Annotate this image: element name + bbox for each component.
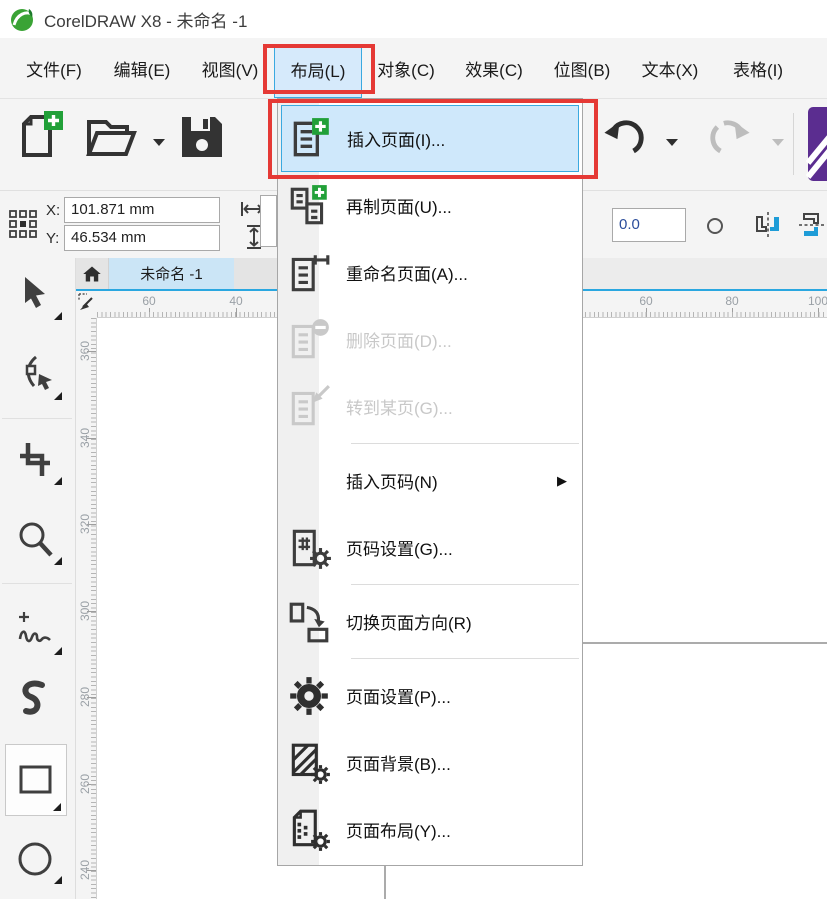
open-dropdown-icon[interactable] (153, 139, 165, 152)
new-document-icon[interactable] (14, 109, 70, 165)
page-edge-left (384, 866, 386, 899)
page-setup-icon (284, 671, 334, 721)
menu-text[interactable]: 文本(X) (626, 46, 714, 98)
title-bar: CorelDRAW X8 - 未命名 -1 (0, 0, 827, 38)
switch-orientation-icon (284, 597, 334, 647)
menu-edit[interactable]: 编辑(E) (98, 46, 186, 98)
annotation-rect-layout-menu (263, 44, 375, 94)
toolbox-separator (2, 583, 72, 584)
ruler-origin[interactable] (76, 291, 97, 318)
rename-page-icon (284, 248, 334, 298)
welcome-tab[interactable] (76, 258, 109, 289)
mirror-vertical-icon[interactable] (796, 209, 827, 241)
annotation-rect-insert-page (268, 99, 598, 179)
toolbar-separator (793, 113, 794, 175)
freehand-tool[interactable] (5, 601, 67, 659)
menu-item-page-layout[interactable]: 页面布局(Y)... (281, 796, 579, 863)
artistic-media-tool[interactable] (5, 671, 67, 729)
menu-item-delete-page[interactable]: 删除页面(D)... (281, 306, 579, 373)
window-title: CorelDRAW X8 - 未命名 -1 (44, 7, 247, 32)
menu-item-duplicate-page[interactable]: 再制页面(U)... (281, 172, 579, 239)
menu-table[interactable]: 表格(I) (714, 46, 802, 98)
tab-untitled-1[interactable]: 未命名 -1 (109, 258, 234, 289)
redo-dropdown-icon[interactable] (772, 139, 784, 152)
pick-tool[interactable] (5, 266, 67, 324)
redo-icon[interactable] (700, 109, 756, 165)
menu-effects[interactable]: 效果(C) (450, 46, 538, 98)
rectangle-tool[interactable] (5, 744, 67, 816)
page-background-icon (284, 738, 334, 788)
menu-bar: 文件(F) 编辑(E) 视图(V) 布局(L) 对象(C) 效果(C) 位图(B… (0, 38, 827, 98)
page-edge-top (583, 642, 827, 644)
menu-view[interactable]: 视图(V) (186, 46, 274, 98)
goto-page-icon (284, 382, 334, 432)
page-layout-icon (284, 805, 334, 855)
menu-item-insert-page-number[interactable]: 插入页码(N) ▶ (281, 447, 579, 514)
undo-icon[interactable] (598, 109, 654, 165)
toolbox (0, 258, 76, 899)
menu-object[interactable]: 对象(C) (362, 46, 450, 98)
menu-bitmaps[interactable]: 位图(B) (538, 46, 626, 98)
zoom-tool[interactable] (5, 511, 67, 569)
menu-file[interactable]: 文件(F) (10, 46, 98, 98)
width-field-partial[interactable] (260, 195, 277, 247)
vertical-ruler[interactable]: 360 340 320 300 280 260 240 (76, 318, 97, 899)
x-label: X: (46, 202, 60, 219)
ellipse-tool[interactable] (5, 830, 67, 888)
angle-field[interactable]: 0.0 (612, 208, 686, 242)
menu-item-rename-page[interactable]: 重命名页面(A)... (281, 239, 579, 306)
y-label: Y: (46, 230, 59, 247)
blank-icon (284, 456, 334, 506)
delete-page-icon (284, 315, 334, 365)
coreldraw-window: CorelDRAW X8 - 未命名 -1 文件(F) 编辑(E) 视图(V) … (0, 0, 827, 899)
menu-separator (351, 658, 579, 659)
menu-item-page-number-settings[interactable]: 页码设置(G)... (281, 514, 579, 581)
page-number-settings-icon (284, 523, 334, 573)
home-icon (82, 264, 102, 284)
menu-item-switch-page-orientation[interactable]: 切换页面方向(R) (281, 588, 579, 655)
circle-icon (706, 217, 724, 235)
layout-menu-popup: 插入页面(I)... 再制页面(U)... (277, 98, 583, 866)
menu-separator (351, 443, 579, 444)
y-position-field[interactable]: 46.534 mm (64, 225, 220, 251)
mirror-horizontal-icon[interactable] (752, 209, 784, 241)
menu-item-goto-page[interactable]: 转到某页(G)... (281, 373, 579, 440)
save-icon[interactable] (176, 111, 228, 163)
duplicate-page-icon (284, 181, 334, 231)
crop-tool[interactable] (5, 431, 67, 489)
menu-item-page-background[interactable]: 页面背景(B)... (281, 729, 579, 796)
undo-dropdown-icon[interactable] (666, 139, 678, 152)
import-tool-icon[interactable] (806, 105, 827, 183)
shape-tool[interactable] (5, 346, 67, 404)
object-position-icon (8, 209, 38, 239)
toolbox-separator (2, 418, 72, 419)
x-position-field[interactable]: 101.871 mm (64, 197, 220, 223)
open-folder-icon[interactable] (82, 111, 142, 167)
coreldraw-logo-icon (9, 6, 35, 32)
menu-separator (351, 584, 579, 585)
submenu-arrow-icon: ▶ (557, 473, 567, 489)
menu-item-page-setup[interactable]: 页面设置(P)... (281, 662, 579, 729)
